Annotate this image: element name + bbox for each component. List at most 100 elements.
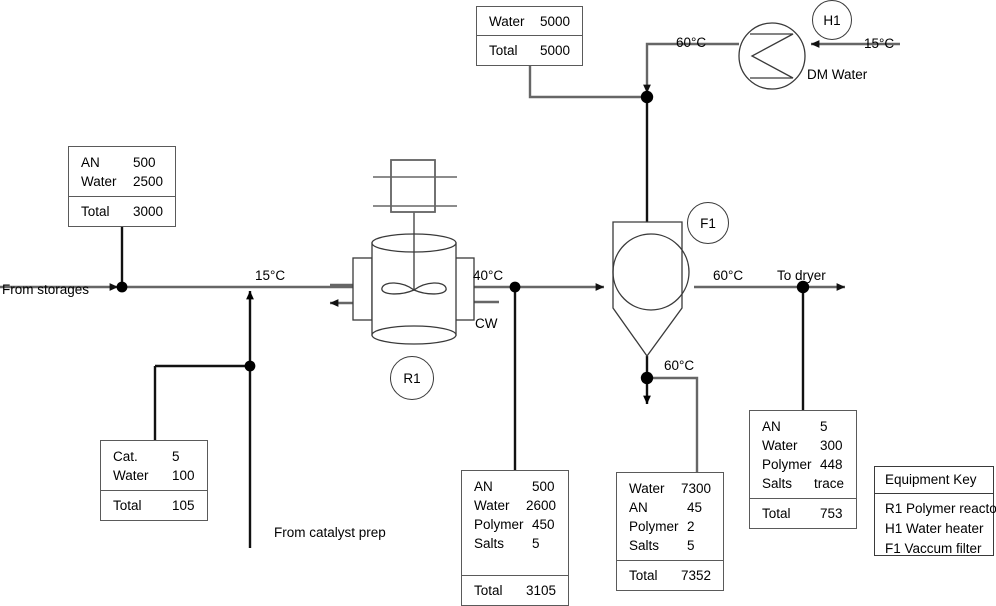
row-label: Water (629, 481, 665, 496)
filtrate-rows: Water 7300 AN 45 Polymer 2 Salts 5 (617, 473, 723, 560)
label-temp-filter-outlet: 60°C (713, 268, 744, 283)
node-reactor-outlet-junction (509, 281, 521, 293)
total-value: 3105 (525, 583, 556, 598)
table-total-row: Total 5000 (477, 36, 582, 65)
table-row: AN 500 (81, 153, 163, 172)
filter-vessel-graphic (612, 221, 690, 358)
feed-total-divider: Total 3000 (69, 196, 175, 226)
row-value: 500 (133, 155, 156, 170)
table-total-row: Total 3000 (69, 197, 175, 226)
row-value: 500 (532, 479, 555, 494)
feed-stream-table: AN 500 Water 2500 Total 3000 (68, 146, 176, 227)
node-feed-junction (116, 281, 128, 293)
total-label: Total (81, 204, 110, 219)
table-row: Polymer 2 (629, 517, 711, 536)
equipment-key-items: R1 Polymer reactor H1 Water heater F1 Va… (875, 494, 996, 565)
label-temp-heater-outlet: 60°C (676, 35, 707, 50)
table-row: Polymer 448 (762, 455, 844, 474)
total-label: Total (489, 43, 518, 58)
table-row: Water 7300 (629, 479, 711, 498)
table-row: Water 2600 (474, 496, 556, 515)
reactor-outlet-total-divider: Total 3105 (462, 575, 568, 605)
table-total-row: Total 753 (750, 499, 856, 528)
row-value: trace (813, 476, 844, 491)
label-to-dryer: To dryer (777, 268, 826, 283)
total-value: 7352 (680, 568, 711, 583)
equipment-tag-heater: H1 (812, 0, 852, 40)
row-value: 100 (172, 468, 195, 483)
table-row: Water 100 (113, 466, 195, 485)
heater-exchanger-graphic (738, 22, 806, 90)
catalyst-total-divider: Total 105 (101, 490, 207, 520)
table-total-row: Total 3105 (462, 576, 568, 605)
row-value: 300 (820, 438, 843, 453)
row-label: Polymer (629, 519, 679, 534)
label-dm-water: DM Water (807, 67, 868, 82)
catalyst-stream-rows: Cat. 5 Water 100 (101, 441, 207, 490)
feed-stream-rows: AN 500 Water 2500 (69, 147, 175, 196)
row-label: Water (762, 438, 798, 453)
row-label: AN (629, 500, 648, 515)
equipment-tag-label: R1 (403, 370, 421, 386)
row-label: Salts (762, 476, 793, 491)
row-value: 5 (687, 538, 695, 553)
label-cooling-water: CW (475, 316, 498, 331)
table-row: AN 5 (762, 417, 844, 436)
filtrate-total-divider: Total 7352 (617, 560, 723, 590)
row-value: 5 (820, 419, 828, 434)
total-label: Total (474, 583, 503, 598)
list-item: F1 Vaccum filter (885, 541, 982, 556)
label-temp-filtrate: 60°C (664, 358, 695, 373)
catalyst-stream-table: Cat. 5 Water 100 Total 105 (100, 440, 208, 521)
label-temp-reactor-outlet: 40°C (473, 268, 504, 283)
table-row: Salts 5 (629, 536, 711, 555)
row-value: 450 (532, 517, 555, 532)
row-label: Polymer (762, 457, 812, 472)
row-label: Water (474, 498, 510, 513)
total-label: Total (113, 498, 142, 513)
total-value: 753 (820, 506, 843, 521)
list-item: R1 Polymer reactor (885, 501, 996, 516)
label-from-catalyst-prep: From catalyst prep (274, 525, 386, 540)
reactor-outlet-stream-table: AN 500 Water 2600 Polymer 450 Salts 5 To… (461, 470, 569, 606)
table-row: Salts trace (762, 474, 844, 493)
row-value: 7300 (680, 481, 711, 496)
table-total-row: Total 7352 (617, 561, 723, 590)
total-value: 5000 (539, 43, 570, 58)
row-value: 45 (687, 500, 703, 515)
equipment-key: Equipment Key R1 Polymer reactor H1 Wate… (874, 466, 996, 556)
row-label: AN (81, 155, 100, 170)
filtrate-stream-table: Water 7300 AN 45 Polymer 2 Salts 5 Total… (616, 472, 724, 591)
label-temp-feed: 15°C (255, 268, 286, 283)
list-item: H1 Water heater (885, 521, 984, 536)
pfd-canvas: AN 500 Water 2500 Total 3000 Cat. 5 Wate… (0, 0, 996, 606)
pipe-filtrate-leg (647, 376, 699, 472)
row-value: 448 (820, 457, 843, 472)
table-total-row: Total 105 (101, 491, 207, 520)
row-label: AN (474, 479, 493, 494)
row-value: 5 (532, 536, 540, 551)
reactor-impeller-graphic (381, 282, 447, 295)
table-row: Water 5000 (489, 12, 570, 31)
table-row: Polymer 450 (474, 515, 556, 534)
row-value: 5 (172, 449, 180, 464)
reactor-vessel-graphic (352, 212, 475, 345)
cake-total-divider: Total 753 (750, 498, 856, 528)
row-label: Water (113, 468, 149, 483)
total-label: Total (629, 568, 658, 583)
equipment-tag-label: F1 (700, 215, 716, 231)
dm-water-total-divider: Total 5000 (477, 35, 582, 65)
dm-water-stream-rows: Water 5000 (477, 7, 582, 35)
node-catalyst-junction (244, 360, 256, 372)
row-label: AN (762, 419, 781, 434)
table-row: AN 500 (474, 477, 556, 496)
label-from-storages: From storages (2, 282, 90, 297)
row-value: 2500 (132, 174, 163, 189)
pipe-dm-table-leg (528, 62, 647, 99)
pipe-heater-outlet (643, 42, 739, 94)
node-hotwater-junction (640, 90, 654, 104)
row-label: Water (489, 14, 525, 29)
total-value: 105 (172, 498, 195, 513)
reactor-agitator-motor-graphic (373, 159, 457, 213)
cake-stream-table: AN 5 Water 300 Polymer 448 Salts trace T… (749, 410, 857, 529)
